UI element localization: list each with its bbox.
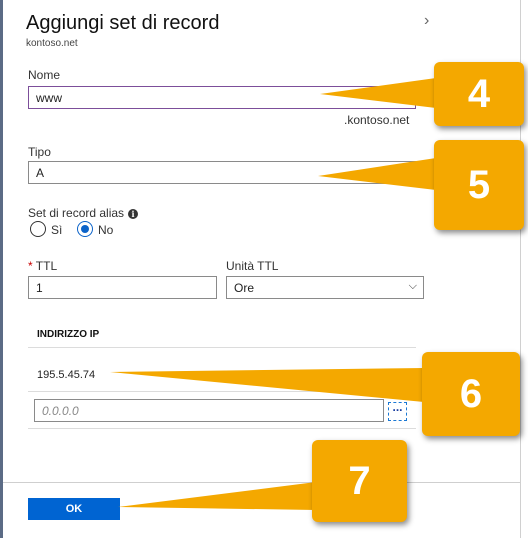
callout-5: 5 — [434, 140, 524, 230]
callout-7: 7 — [312, 440, 407, 522]
callout-4-pointer — [320, 78, 436, 108]
callout-4: 4 — [434, 62, 524, 126]
callout-6: 6 — [422, 352, 520, 436]
callout-6-pointer — [110, 368, 424, 402]
callout-7-pointer — [118, 482, 316, 510]
callout-5-pointer — [318, 158, 436, 190]
